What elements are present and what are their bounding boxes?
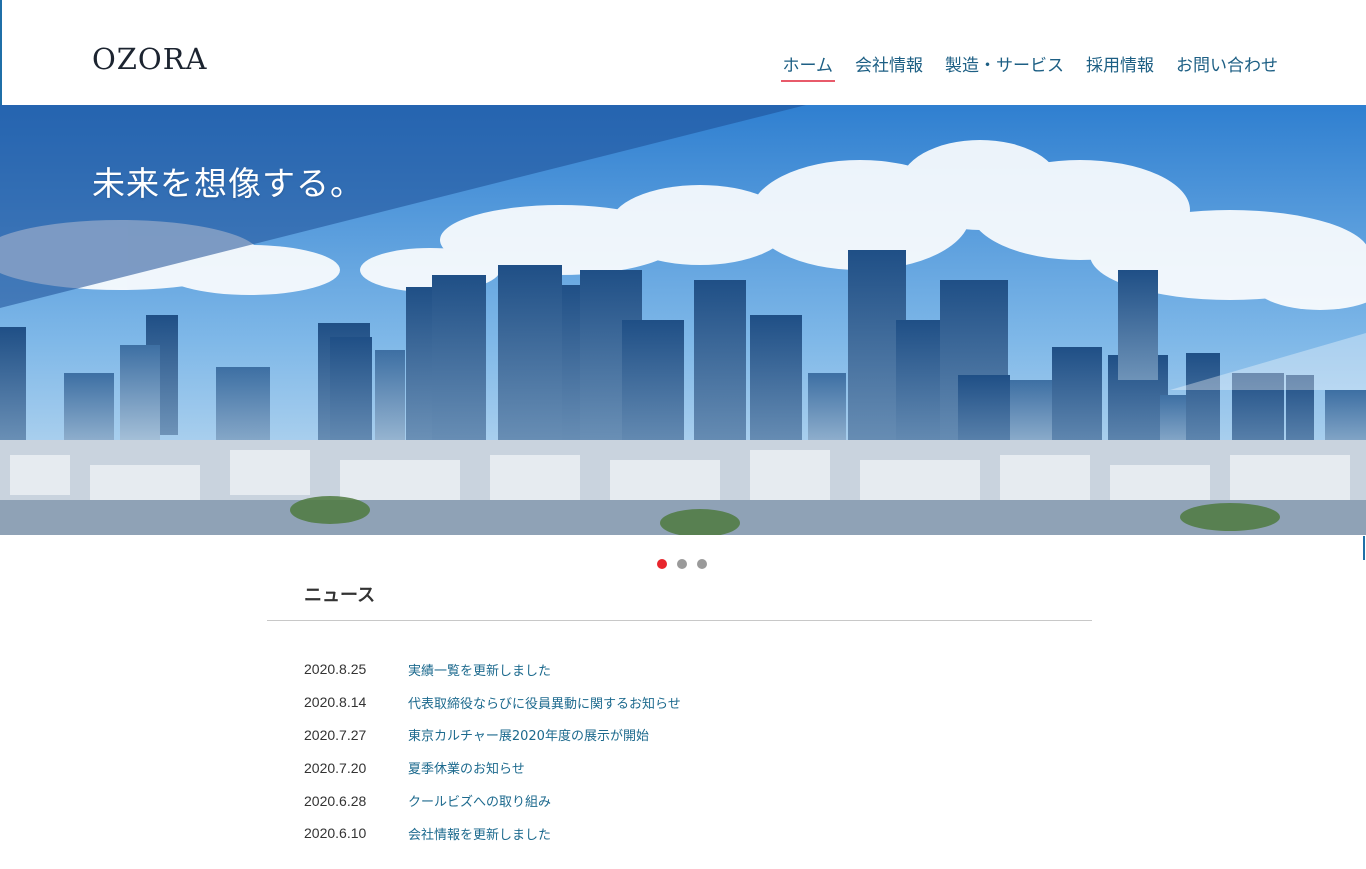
nav-item-contact[interactable]: お問い合わせ xyxy=(1174,51,1280,82)
news-date: 2020.8.25 xyxy=(304,661,367,678)
nav-item-company[interactable]: 会社情報 xyxy=(853,51,925,82)
news-date: 2020.6.10 xyxy=(304,825,367,842)
news-link[interactable]: 代表取締役ならびに役員異動に関するお知らせ xyxy=(408,693,681,712)
news-date: 2020.8.14 xyxy=(304,694,367,711)
news-link[interactable]: 実績一覧を更新しました xyxy=(408,660,551,679)
main-nav: ホーム 会社情報 製造・サービス 採用情報 お問い合わせ xyxy=(780,51,1281,82)
news-link[interactable]: クールビズへの取り組み xyxy=(408,791,551,810)
news-item: 2020.7.20 夏季休業のお知らせ xyxy=(304,751,1092,784)
news-date: 2020.7.20 xyxy=(304,759,367,776)
site-header: OZORA ホーム 会社情報 製造・サービス 採用情報 お問い合わせ xyxy=(0,0,1366,105)
news-section: ニュース 2020.8.25 実績一覧を更新しました 2020.8.14 代表取… xyxy=(267,582,1092,850)
news-date: 2020.7.27 xyxy=(304,726,367,743)
site-logo[interactable]: OZORA xyxy=(92,42,207,76)
hero-tagline: 未来を想像する。 xyxy=(92,164,364,203)
edge-accent xyxy=(1363,536,1365,560)
news-item: 2020.7.27 東京カルチャー展2020年度の展示が開始 xyxy=(304,719,1092,752)
news-item: 2020.8.25 実績一覧を更新しました xyxy=(304,653,1092,686)
slider-dot-1[interactable] xyxy=(657,559,667,569)
slider-dots xyxy=(657,559,707,569)
news-list: 2020.8.25 実績一覧を更新しました 2020.8.14 代表取締役ならび… xyxy=(267,621,1092,850)
news-link[interactable]: 会社情報を更新しました xyxy=(408,824,551,843)
slider-dot-2[interactable] xyxy=(677,559,687,569)
news-link[interactable]: 夏季休業のお知らせ xyxy=(408,758,525,777)
nav-item-home[interactable]: ホーム xyxy=(780,51,835,82)
news-date: 2020.6.28 xyxy=(304,792,367,809)
nav-item-services[interactable]: 製造・サービス xyxy=(943,51,1066,82)
news-heading: ニュース xyxy=(267,582,1092,621)
news-item: 2020.6.28 クールビズへの取り組み xyxy=(304,784,1092,817)
news-item: 2020.8.14 代表取締役ならびに役員異動に関するお知らせ xyxy=(304,686,1092,719)
slider-dot-3[interactable] xyxy=(697,559,707,569)
hero-slider: 未来を想像する。 xyxy=(0,105,1366,535)
nav-item-recruit[interactable]: 採用情報 xyxy=(1084,51,1156,82)
news-item: 2020.6.10 会社情報を更新しました xyxy=(304,817,1092,850)
news-link[interactable]: 東京カルチャー展2020年度の展示が開始 xyxy=(408,725,649,744)
